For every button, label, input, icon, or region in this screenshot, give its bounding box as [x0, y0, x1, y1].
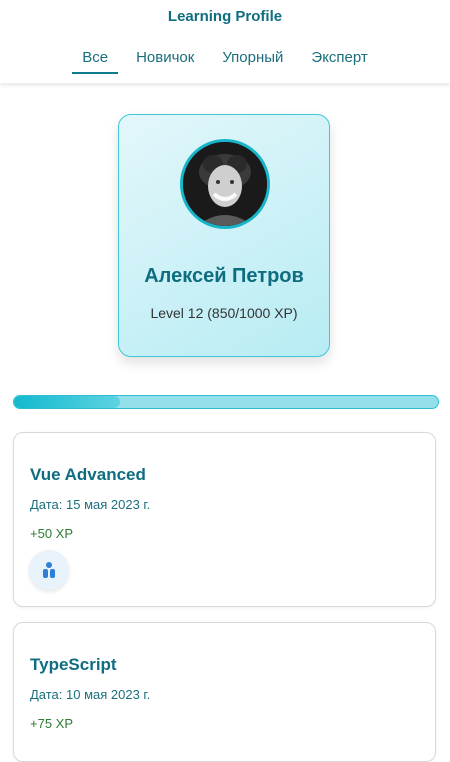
course-xp: +75 XP	[30, 716, 74, 731]
course-xp: +50 XP	[30, 526, 74, 541]
avatar	[180, 139, 270, 229]
course-date: Дата: 15 мая 2023 г.	[30, 497, 151, 512]
xp-progress-fill	[14, 396, 120, 408]
tab-expert[interactable]: Эксперт	[301, 49, 377, 74]
filter-tabs: Все Новичок Упорный Эксперт	[0, 49, 450, 74]
profile-card: Алексей Петров Level 12 (850/1000 XP)	[118, 114, 330, 357]
course-title: Vue Advanced	[30, 465, 146, 484]
avatar-photo	[183, 142, 267, 226]
tab-all[interactable]: Все	[72, 49, 118, 74]
people-icon	[29, 550, 69, 590]
tab-persistent[interactable]: Упорный	[212, 49, 293, 74]
course-card[interactable]: Vue Advanced Дата: 15 мая 2023 г. +50 XP	[13, 432, 436, 607]
course-card[interactable]: TypeScript Дата: 10 мая 2023 г. +75 XP	[13, 622, 436, 762]
course-title: TypeScript	[30, 655, 117, 674]
app-header: Learning Profile Все Новичок Упорный Экс…	[0, 0, 450, 84]
xp-progress-bar	[13, 395, 439, 409]
course-date: Дата: 10 мая 2023 г.	[30, 687, 151, 702]
profile-level: Level 12 (850/1000 XP)	[150, 305, 298, 321]
tab-novice[interactable]: Новичок	[126, 49, 204, 74]
profile-name: Алексей Петров	[144, 265, 304, 287]
app-title: Learning Profile	[167, 8, 283, 25]
